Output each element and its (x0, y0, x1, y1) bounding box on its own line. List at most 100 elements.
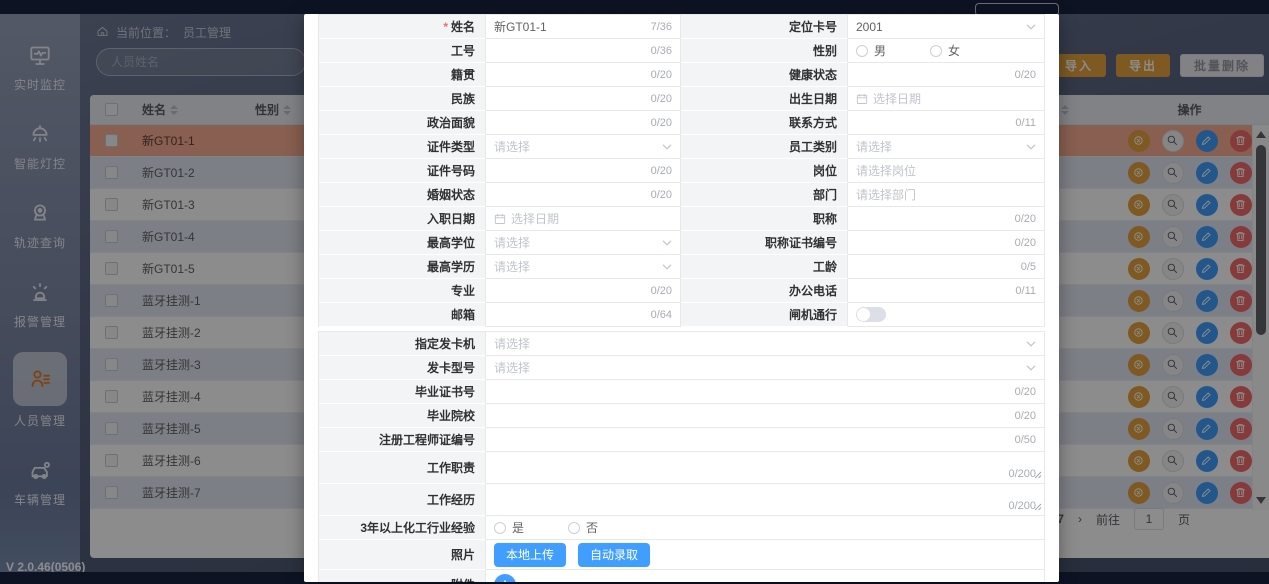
field-toggle[interactable] (848, 303, 1044, 327)
field-label: 毕业证书号 (319, 380, 486, 404)
toggle-switch[interactable] (856, 307, 886, 322)
char-counter: 0/20 (651, 117, 672, 129)
field-text[interactable]: 0/20 (486, 111, 681, 135)
field-text[interactable]: 0/50 (486, 428, 1044, 452)
field-label: 政治面貌 (319, 111, 486, 135)
radio-label: 是 (512, 519, 524, 536)
app-window: 实时监控智能灯控轨迹查询报警管理人员管理车辆管理 V 2.0.46(0506) … (0, 0, 1269, 584)
field-label: 籍贯 (319, 63, 486, 87)
calendar-icon (856, 93, 868, 105)
field-select[interactable]: 2001 (848, 15, 1044, 39)
form-row: 指定发卡机请选择 (319, 332, 1044, 356)
field-label: 附件 (319, 570, 486, 582)
form-row: 工作经历0/200 (319, 484, 1044, 516)
field-label: 指定发卡机 (319, 332, 486, 356)
field-text[interactable]: 0/64 (486, 303, 681, 327)
field-select[interactable]: 请选择 (486, 135, 681, 159)
char-counter: 0/64 (651, 309, 672, 321)
employee-edit-modal: *姓名新GT01-17/36定位卡号2001工号0/36性别男女籍贯0/20健康… (304, 14, 1059, 582)
field-text[interactable]: 请选择岗位 (848, 159, 1044, 183)
form-paired-section: *姓名新GT01-17/36定位卡号2001工号0/36性别男女籍贯0/20健康… (318, 14, 1045, 327)
field-label: 3年以上化工行业经验 (319, 516, 486, 540)
field-label: 发卡型号 (319, 356, 486, 380)
char-counter: 0/11 (1015, 117, 1036, 129)
field-text[interactable]: 0/20 (848, 231, 1044, 255)
radio-option[interactable]: 男 (856, 42, 886, 59)
form-row: 婚姻状态0/20部门请选择部门 (319, 183, 1044, 207)
auto-capture-button[interactable]: 自动录取 (578, 543, 650, 567)
field-select[interactable]: 请选择 (486, 231, 681, 255)
field-date[interactable]: 选择日期 (486, 207, 681, 231)
chevron-down-icon (1026, 364, 1036, 371)
form-row: 照片本地上传自动录取 (319, 540, 1044, 570)
chevron-down-icon (662, 263, 672, 270)
field-text[interactable]: 0/36 (486, 39, 681, 63)
form-row: 政治面貌0/20联系方式0/11 (319, 111, 1044, 135)
char-counter: 0/36 (651, 45, 672, 57)
chevron-down-icon (1026, 143, 1036, 150)
field-text[interactable]: 0/5 (848, 255, 1044, 279)
form-row: 邮箱0/64闸机通行 (319, 303, 1044, 327)
char-counter: 7/36 (651, 21, 672, 33)
field-text[interactable]: 新GT01-1 7/36 (486, 15, 681, 39)
select-value: 请选择 (494, 359, 530, 376)
add-attachment-button[interactable] (494, 574, 516, 583)
field-text[interactable]: 0/20 (486, 63, 681, 87)
resize-handle-icon (1033, 468, 1042, 482)
field-select[interactable]: 请选择 (486, 255, 681, 279)
field-date[interactable]: 选择日期 (848, 87, 1044, 111)
char-counter: 0/20 (651, 189, 672, 201)
field-text[interactable]: 0/20 (848, 63, 1044, 87)
radio-circle-icon (494, 522, 506, 534)
form-row: 发卡型号请选择 (319, 356, 1044, 380)
radio-circle-icon (856, 45, 868, 57)
field-value: 新GT01-1 (494, 18, 547, 35)
field-radio[interactable]: 男女 (848, 39, 1044, 63)
field-textarea[interactable]: 0/200 (486, 452, 1044, 484)
char-counter: 0/20 (1015, 69, 1036, 81)
field-text[interactable]: 0/20 (486, 404, 1044, 428)
char-counter: 0/200 (1008, 500, 1036, 512)
form-row: 最高学位请选择职称证书编号0/20 (319, 231, 1044, 255)
date-placeholder: 选择日期 (511, 210, 559, 227)
radio-label: 否 (586, 519, 598, 536)
form-row: 籍贯0/20健康状态0/20 (319, 63, 1044, 87)
field-attach[interactable] (486, 570, 1044, 582)
radio-option[interactable]: 是 (494, 519, 524, 536)
field-textarea[interactable]: 0/200 (486, 484, 1044, 516)
field-select[interactable]: 请选择 (486, 356, 1044, 380)
field-text[interactable]: 0/11 (848, 111, 1044, 135)
form-row: *姓名新GT01-17/36定位卡号2001 (319, 15, 1044, 39)
field-buttons[interactable]: 本地上传自动录取 (486, 540, 1044, 570)
field-text[interactable]: 0/20 (486, 87, 681, 111)
field-label: 部门 (681, 183, 848, 207)
field-text[interactable]: 0/20 (486, 380, 1044, 404)
field-text[interactable]: 0/20 (486, 279, 681, 303)
select-value: 请选择 (494, 234, 530, 251)
char-counter: 0/200 (1008, 468, 1036, 480)
form-row: 注册工程师证编号0/50 (319, 428, 1044, 452)
field-label: 注册工程师证编号 (319, 428, 486, 452)
radio-option[interactable]: 女 (930, 42, 960, 59)
field-text[interactable]: 0/20 (848, 207, 1044, 231)
chevron-down-icon (662, 239, 672, 246)
form-row: 3年以上化工行业经验是否 (319, 516, 1044, 540)
form-full-section: 指定发卡机请选择发卡型号请选择毕业证书号0/20毕业院校0/20注册工程师证编号… (318, 331, 1045, 582)
field-label: 证件类型 (319, 135, 486, 159)
field-text[interactable]: 0/11 (848, 279, 1044, 303)
select-value: 请选择 (494, 138, 530, 155)
radio-option[interactable]: 否 (568, 519, 598, 536)
select-value: 请选择 (494, 258, 530, 275)
field-text[interactable]: 0/20 (486, 183, 681, 207)
field-text[interactable]: 0/20 (486, 159, 681, 183)
field-label: 最高学位 (319, 231, 486, 255)
field-text[interactable]: 请选择部门 (848, 183, 1044, 207)
char-counter: 0/5 (1021, 261, 1036, 273)
field-placeholder: 请选择岗位 (856, 162, 916, 179)
field-label: 入职日期 (319, 207, 486, 231)
field-select[interactable]: 请选择 (848, 135, 1044, 159)
field-radio[interactable]: 是否 (486, 516, 1044, 540)
char-counter: 0/20 (1015, 386, 1036, 398)
local-upload-button[interactable]: 本地上传 (494, 543, 566, 567)
field-select[interactable]: 请选择 (486, 332, 1044, 356)
